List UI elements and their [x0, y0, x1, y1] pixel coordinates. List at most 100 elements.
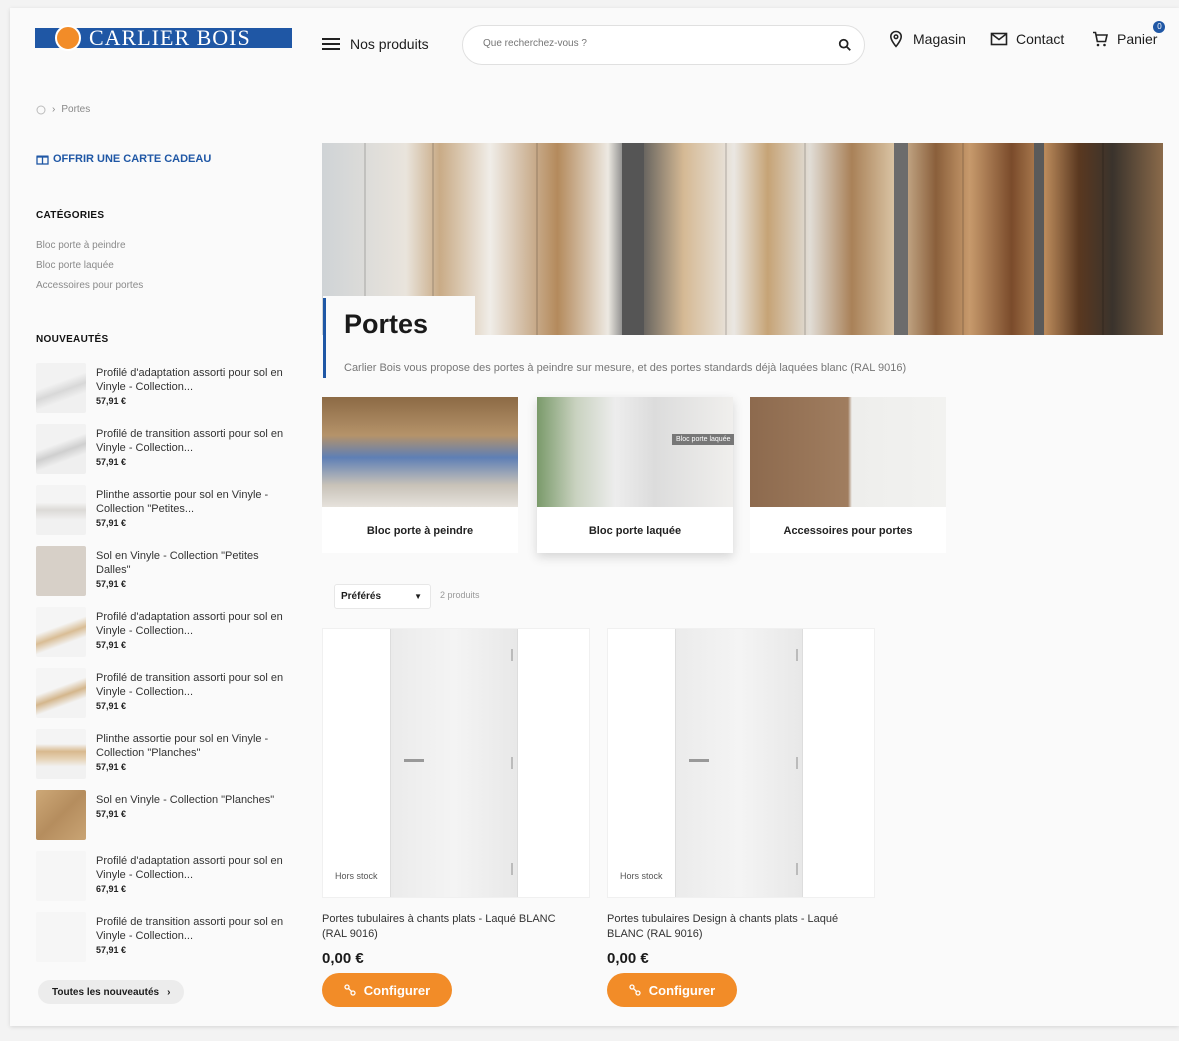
product-thumbnail — [36, 851, 86, 901]
caret-down-icon: ▼ — [414, 592, 422, 601]
news-item-name: Plinthe assortie pour sol en Vinyle - Co… — [96, 489, 269, 515]
search-input[interactable] — [483, 38, 813, 49]
store-label: Magasin — [913, 31, 966, 47]
hamburger-icon — [322, 38, 340, 50]
category-card[interactable]: Bloc porte à peindre — [322, 397, 518, 553]
news-item[interactable]: Plinthe assortie pour sol en Vinyle - Co… — [36, 729, 296, 790]
product-image[interactable]: Hors stock — [607, 628, 875, 898]
categories-title: CATÉGORIES — [36, 210, 105, 221]
breadcrumb-separator: › — [52, 104, 56, 115]
product-thumbnail — [36, 546, 86, 596]
category-tooltip: Bloc porte laquée — [672, 434, 735, 445]
product-thumbnail — [36, 668, 86, 718]
news-item-price: 57,91 € — [96, 809, 127, 819]
search-icon[interactable] — [838, 38, 852, 52]
news-item-price: 67,91 € — [96, 884, 127, 894]
category-link[interactable]: Bloc porte laquée — [36, 260, 143, 271]
breadcrumb-current: Portes — [61, 104, 91, 115]
logo[interactable]: CARLIER BOIS — [35, 25, 292, 51]
page-description: Carlier Bois vous propose des portes à p… — [344, 362, 907, 374]
all-news-button[interactable]: Toutes les nouveautés › — [38, 980, 185, 1004]
configure-icon — [344, 984, 356, 996]
sort-label: Préférés — [341, 591, 382, 602]
news-item-name: Sol en Vinyle - Collection "Planches" — [96, 794, 275, 806]
news-item-name: Profilé de transition assorti pour sol e… — [96, 916, 284, 942]
configure-label: Configurer — [648, 982, 716, 998]
category-card-label: Bloc porte laquée — [588, 525, 682, 537]
news-item[interactable]: Plinthe assortie pour sol en Vinyle - Co… — [36, 485, 296, 546]
configure-button[interactable]: Configurer — [607, 973, 737, 1007]
news-item[interactable]: Sol en Vinyle - Collection "Planches" 57,… — [36, 790, 296, 851]
products-menu-label: Nos produits — [350, 36, 429, 52]
door-image — [675, 629, 803, 897]
news-list: Profilé d'adaptation assorti pour sol en… — [36, 363, 296, 973]
product-name[interactable]: Portes tubulaires à chants plats - Laqué… — [322, 912, 572, 942]
home-icon[interactable] — [36, 105, 46, 115]
gift-icon — [36, 155, 49, 165]
news-item[interactable]: Profilé d'adaptation assorti pour sol en… — [36, 607, 296, 668]
logo-text: CARLIER BOIS — [89, 25, 251, 50]
product-price: 0,00 € — [322, 950, 364, 967]
news-item-price: 57,91 € — [96, 457, 127, 467]
product-name[interactable]: Portes tubulaires Design à chants plats … — [607, 912, 857, 942]
contact-label: Contact — [1016, 31, 1065, 47]
product-thumbnail — [36, 607, 86, 657]
product-price: 0,00 € — [607, 950, 649, 967]
news-item[interactable]: Profilé d'adaptation assorti pour sol en… — [36, 363, 296, 424]
product-count: 2 produits — [440, 590, 480, 600]
news-item-price: 57,91 € — [96, 396, 127, 406]
stock-badge: Hors stock — [616, 869, 667, 883]
news-item-name: Profilé d'adaptation assorti pour sol en… — [96, 611, 283, 637]
sort-select[interactable]: Préférés ▼ — [334, 584, 431, 609]
news-item-price: 57,91 € — [96, 518, 127, 528]
cart-link[interactable]: Panier 0 — [1091, 21, 1166, 48]
product-image[interactable]: Hors stock — [322, 628, 590, 898]
news-item[interactable]: Profilé de transition assorti pour sol e… — [36, 912, 296, 973]
category-link[interactable]: Accessoires pour portes — [36, 280, 143, 291]
news-item-price: 57,91 € — [96, 579, 127, 589]
configure-button[interactable]: Configurer — [322, 973, 452, 1007]
category-image — [750, 397, 946, 507]
cart-count-badge: 0 — [1153, 21, 1166, 33]
configure-label: Configurer — [363, 982, 431, 998]
page: CARLIER BOIS Nos produits Magasin Contac… — [10, 8, 1179, 1026]
news-item[interactable]: Profilé de transition assorti pour sol e… — [36, 424, 296, 485]
news-item-name: Profilé de transition assorti pour sol e… — [96, 428, 284, 454]
news-item[interactable]: Profilé d'adaptation assorti pour sol en… — [36, 851, 296, 912]
news-item-price: 57,91 € — [96, 701, 127, 711]
cart-icon — [1093, 31, 1109, 47]
configure-icon — [629, 984, 641, 996]
product-thumbnail — [36, 729, 86, 779]
all-news-label: Toutes les nouveautés — [52, 986, 160, 998]
product-card[interactable]: Hors stock Portes tubulaires à chants pl… — [322, 628, 590, 1007]
product-thumbnail — [36, 424, 86, 474]
store-link[interactable]: Magasin — [887, 30, 966, 48]
category-card-label: Accessoires pour portes — [783, 525, 913, 537]
contact-link[interactable]: Contact — [990, 30, 1064, 48]
category-card[interactable]: Bloc porte laquée — [537, 397, 733, 553]
news-item[interactable]: Sol en Vinyle - Collection "Petites Dall… — [36, 546, 296, 607]
mail-icon — [990, 32, 1008, 46]
category-link[interactable]: Bloc porte à peindre — [36, 240, 143, 251]
news-item[interactable]: Profilé de transition assorti pour sol e… — [36, 668, 296, 729]
news-item-price: 57,91 € — [96, 640, 127, 650]
category-card-label: Bloc porte à peindre — [366, 525, 474, 537]
category-card[interactable]: Accessoires pour portes — [750, 397, 946, 553]
news-title: NOUVEAUTÉS — [36, 334, 109, 345]
chevron-right-icon: › — [167, 986, 171, 998]
product-card[interactable]: Hors stock Portes tubulaires Design à ch… — [607, 628, 875, 1007]
breadcrumb: › Portes — [36, 104, 90, 115]
news-item-name: Plinthe assortie pour sol en Vinyle - Co… — [96, 733, 269, 759]
gift-card-link[interactable]: OFFRIR UNE CARTE CADEAU — [36, 153, 211, 165]
category-image — [322, 397, 518, 507]
cart-label: Panier — [1117, 31, 1158, 47]
logo-dot-icon — [55, 25, 81, 51]
page-title: Portes — [344, 309, 429, 339]
product-thumbnail — [36, 485, 86, 535]
news-item-price: 57,91 € — [96, 945, 127, 955]
search-bar — [462, 25, 865, 65]
product-thumbnail — [36, 790, 86, 840]
location-pin-icon — [889, 30, 903, 48]
category-image — [537, 397, 733, 507]
products-menu-button[interactable]: Nos produits — [322, 36, 429, 52]
